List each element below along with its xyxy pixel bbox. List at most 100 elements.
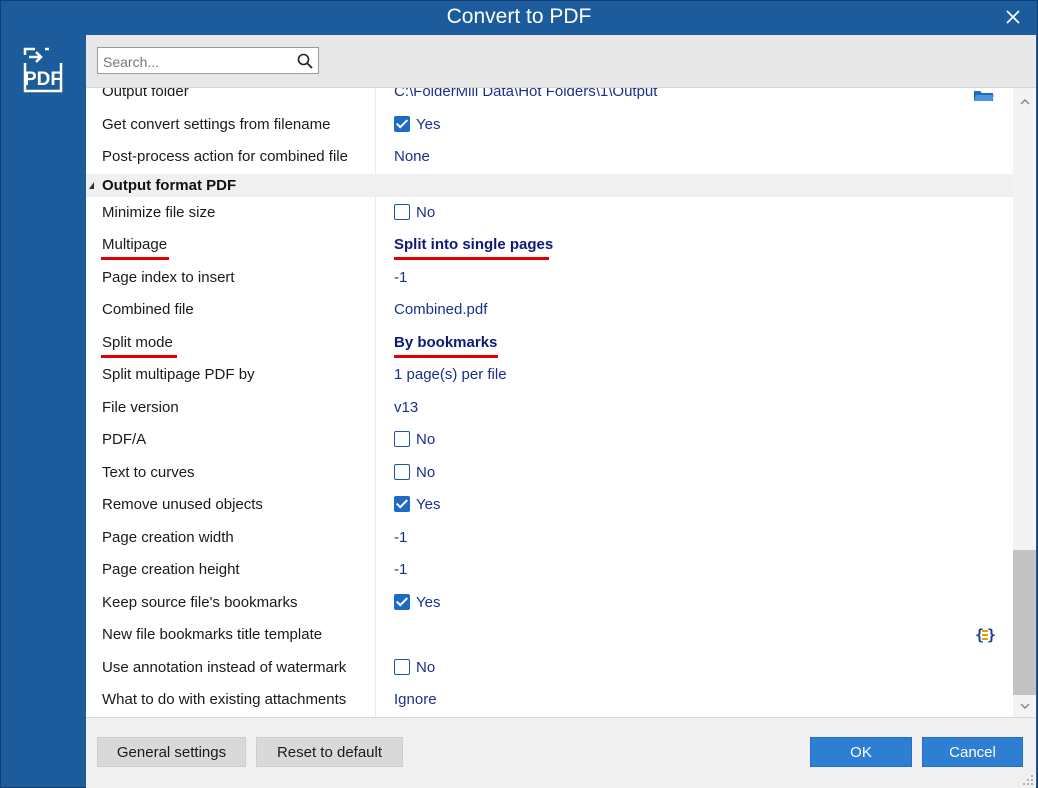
column-divider <box>375 684 376 717</box>
scroll-down-icon[interactable] <box>1019 700 1031 712</box>
checkbox[interactable] <box>394 463 410 480</box>
cancel-button[interactable]: Cancel <box>922 737 1023 767</box>
property-row-minimize-file-size[interactable]: Minimize file size No <box>86 196 1013 229</box>
checkbox[interactable] <box>394 496 410 512</box>
folder-icon[interactable] <box>973 88 995 102</box>
property-label: Keep source file's bookmarks <box>102 593 298 611</box>
property-value[interactable]: Combined.pdf <box>394 294 487 326</box>
window-title: Convert to PDF <box>446 5 592 28</box>
column-divider <box>375 229 376 262</box>
property-row-keep-source-bookmarks[interactable]: Keep source file's bookmarks Yes <box>86 586 1013 619</box>
toolbar <box>86 35 1036 88</box>
title-bar: Convert to PDF <box>1 1 1037 35</box>
property-value[interactable]: C:\FolderMill Data\Hot Folders\1\Output <box>394 88 657 108</box>
property-row-text-to-curves[interactable]: Text to curves No <box>86 456 1013 489</box>
ok-button[interactable]: OK <box>810 737 912 767</box>
property-grid: Output folder C:\FolderMill Data\Hot Fol… <box>86 88 1036 717</box>
resize-grip-icon[interactable] <box>1022 774 1034 786</box>
search-icon[interactable] <box>297 53 313 69</box>
column-divider <box>375 141 376 174</box>
property-label: Output folder <box>102 88 189 100</box>
column-divider <box>375 391 376 424</box>
property-row-existing-attachments[interactable]: What to do with existing attachments Ign… <box>86 684 1013 717</box>
checkbox[interactable] <box>394 593 410 610</box>
column-divider <box>375 489 376 522</box>
column-divider <box>375 554 376 587</box>
scrollbar-thumb[interactable] <box>1013 550 1036 695</box>
property-rows: Output folder C:\FolderMill Data\Hot Fol… <box>86 88 1013 717</box>
property-row-multipage[interactable]: Multipage Split into single pages <box>86 229 1013 262</box>
checkbox[interactable] <box>394 431 410 447</box>
column-divider <box>375 521 376 554</box>
pdf-convert-icon: PDF <box>21 47 67 98</box>
property-row-use-annotation[interactable]: Use annotation instead of watermark No <box>86 651 1013 684</box>
property-row-post-process-action[interactable]: Post-process action for combined file No… <box>86 141 1013 174</box>
checkbox[interactable] <box>394 115 410 132</box>
vertical-scrollbar[interactable] <box>1013 88 1036 717</box>
settings-panel: Output folder C:\FolderMill Data\Hot Fol… <box>86 35 1036 788</box>
highlight-underline <box>394 354 498 358</box>
property-row-combined-file[interactable]: Combined file Combined.pdf <box>86 294 1013 327</box>
collapse-triangle-icon[interactable] <box>89 181 94 189</box>
property-label: Remove unused objects <box>102 496 263 513</box>
property-value[interactable]: -1 <box>394 554 407 586</box>
close-button[interactable] <box>1003 7 1023 27</box>
property-row-get-convert-settings[interactable]: Get convert settings from filename Yes <box>86 108 1013 141</box>
property-value[interactable]: None <box>394 141 430 173</box>
column-divider <box>375 359 376 392</box>
logo-text: PDF <box>24 69 62 90</box>
property-label: Page creation width <box>102 528 234 546</box>
property-row-split-mode[interactable]: Split mode By bookmarks <box>86 326 1013 359</box>
column-divider <box>375 261 376 294</box>
checkbox-label: Yes <box>416 496 441 513</box>
property-value: No <box>394 424 435 456</box>
property-label: Use annotation instead of watermark <box>102 658 347 676</box>
property-label: Split multipage PDF by <box>102 366 255 383</box>
property-label: What to do with existing attachments <box>102 691 347 708</box>
search-input[interactable] <box>101 51 295 72</box>
section-label: Output format PDF <box>102 176 237 194</box>
general-settings-button[interactable]: General settings <box>97 737 246 767</box>
search-box <box>97 47 319 74</box>
property-row-remove-unused-objects[interactable]: Remove unused objects Yes <box>86 489 1013 522</box>
property-label: New file bookmarks title template <box>102 626 323 643</box>
sidebar: PDF <box>1 35 85 787</box>
checkbox[interactable] <box>394 203 410 220</box>
column-divider <box>375 326 376 359</box>
property-row-output-folder[interactable]: Output folder C:\FolderMill Data\Hot Fol… <box>86 88 1013 109</box>
property-row-file-version[interactable]: File version v13 <box>86 391 1013 424</box>
property-row-page-creation-height[interactable]: Page creation height -1 <box>86 554 1013 587</box>
property-row-bookmarks-title-template[interactable]: New file bookmarks title template { } <box>86 619 1013 652</box>
dialog-footer: General settings Reset to default OK Can… <box>86 717 1036 788</box>
property-row-page-creation-width[interactable]: Page creation width -1 <box>86 521 1013 554</box>
scroll-up-icon[interactable] <box>1019 96 1031 108</box>
property-value: Yes <box>394 489 440 521</box>
checkbox-label: Yes <box>416 115 441 133</box>
property-row-page-index-to-insert[interactable]: Page index to insert -1 <box>86 261 1013 294</box>
property-value[interactable]: -1 <box>394 262 407 294</box>
template-macro-icon[interactable]: { } <box>975 626 995 644</box>
checkbox-label: No <box>416 463 436 481</box>
convert-to-pdf-dialog: Convert to PDF PDF Search... Output fold… <box>0 0 1038 788</box>
property-label: Combined file <box>102 301 194 318</box>
checkbox[interactable] <box>394 658 410 675</box>
section-header-output-format-pdf[interactable]: Output format PDF <box>86 173 1013 197</box>
reset-to-default-button[interactable]: Reset to default <box>256 737 403 767</box>
property-value[interactable]: Ignore <box>394 684 437 716</box>
column-divider <box>375 88 376 109</box>
property-row-pdf-a[interactable]: PDF/A No <box>86 424 1013 457</box>
property-row-split-multipage-pdf-by[interactable]: Split multipage PDF by 1 page(s) per fil… <box>86 359 1013 392</box>
property-label: Page index to insert <box>102 268 235 286</box>
property-label: Page creation height <box>102 561 240 578</box>
close-icon <box>1006 10 1020 24</box>
property-value[interactable]: v13 <box>394 392 418 424</box>
property-value[interactable]: -1 <box>394 522 407 554</box>
property-value[interactable]: 1 page(s) per file <box>394 359 507 391</box>
property-value: Yes <box>394 109 440 141</box>
highlight-underline <box>101 257 169 260</box>
property-value: Yes <box>394 587 440 619</box>
property-value: No <box>394 652 435 684</box>
property-value: No <box>394 197 435 229</box>
column-divider <box>375 456 376 489</box>
property-label: PDF/A <box>102 431 147 448</box>
